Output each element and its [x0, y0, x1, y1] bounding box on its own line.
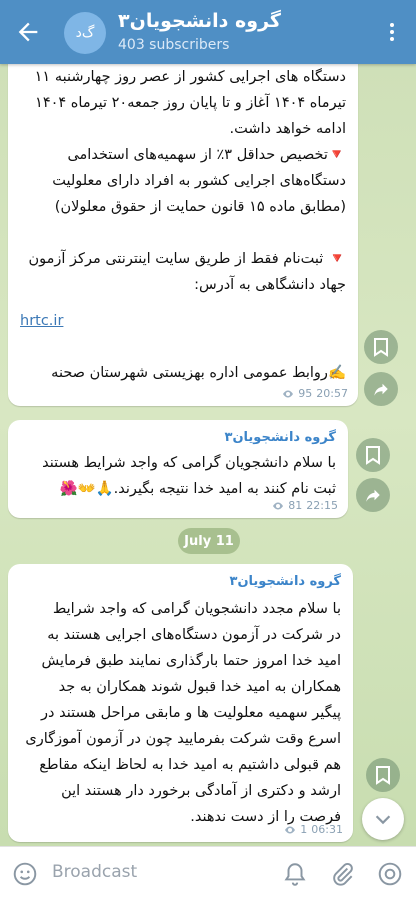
share-button[interactable]: [364, 372, 398, 406]
message-line: دستگاه‌های اجرایی کشور به افراد دارای مع…: [52, 173, 346, 189]
message-line: تیرماه ۱۴۰۴ آغاز و تا پایان روز جمعه۲۰ ت…: [35, 95, 346, 111]
date-divider: July 11: [178, 528, 240, 554]
message-line: اسرع وقت شرکت بفرمایید چون در آزمون آموز…: [25, 731, 341, 747]
eye-icon: [283, 390, 294, 397]
bookmark-button[interactable]: [356, 438, 390, 472]
share-icon: [374, 383, 388, 396]
message-time: 20:57: [316, 387, 348, 400]
message-text: دستگاه های اجرایی کشور از عصر روز چهارشن…: [20, 64, 346, 386]
scroll-down-button[interactable]: [362, 798, 404, 840]
sender-name[interactable]: گروه دانشجویان۳: [230, 574, 341, 589]
eye-icon: [273, 502, 284, 509]
message-line: 🔻تخصیص حداقل ۳٪ از سهمیه‌های استخدامی: [67, 147, 346, 163]
view-count: 1: [300, 823, 308, 836]
view-count: 95: [298, 387, 313, 400]
view-count: 81: [288, 499, 303, 512]
message-line: پیگیر سهمیه معلولیت ها و مابقی مراحل هست…: [41, 705, 341, 721]
sender-name[interactable]: گروه دانشجویان۳: [225, 430, 336, 445]
message-meta: 95 20:57: [282, 387, 348, 400]
back-arrow-icon[interactable]: [14, 18, 42, 46]
message-bubble[interactable]: گروه دانشجویان۳ با سلام دانشجویان گرامی …: [8, 420, 348, 518]
bookmark-button[interactable]: [366, 758, 400, 792]
bookmark-icon: [366, 446, 380, 465]
share-icon: [366, 489, 380, 502]
message-line: جهاد دانشگاهی به آدرس:: [194, 277, 346, 293]
message-bubble[interactable]: گروه دانشجویان۳ با سلام مجدد دانشجویان گ…: [8, 564, 353, 842]
message-line: همکاران به امید خدا قبول شوند همکاران به…: [58, 679, 341, 695]
message-line: دستگاه های اجرایی کشور از عصر روز چهارشن…: [34, 69, 346, 85]
message-line: امید خدا امروز حتما بارگذاری نمایند طبق …: [41, 653, 341, 669]
eye-icon: [285, 826, 296, 833]
channel-title[interactable]: گروه دانشجویان۳: [118, 10, 281, 32]
message-line: (مطابق ماده ۱۵ قانون حمایت از حقوق معلول…: [54, 199, 346, 215]
subscriber-count: 403 subscribers: [118, 37, 230, 53]
message-meta: 81 22:15: [272, 499, 338, 512]
paperclip-icon[interactable]: [330, 861, 356, 887]
message-line: در شرکت در آزمون دستگاه‌های اجرایی هستند…: [47, 627, 341, 643]
bottom-bar: Broadcast: [0, 846, 416, 901]
message-line: با سلام دانشجویان گرامی که واجد شرایط هس…: [42, 455, 336, 471]
message-time: 06:31: [311, 823, 343, 836]
bookmark-button[interactable]: [364, 330, 398, 364]
message-list[interactable]: دستگاه های اجرایی کشور از عصر روز چهارشن…: [0, 64, 416, 846]
message-link[interactable]: hrtc.ir: [20, 308, 346, 334]
channel-avatar[interactable]: گ‌د: [64, 12, 106, 54]
more-vertical-icon[interactable]: [380, 20, 404, 44]
message-text: با سلام دانشجویان گرامی که واجد شرایط هس…: [20, 450, 336, 502]
message-line: هم قبولی داشتیم به امید خدا به لحاظ اینک…: [39, 757, 341, 773]
message-line: 🔻 ثبت‌نام فقط از طریق سایت اینترنتی مرکز…: [28, 251, 347, 267]
broadcast-input[interactable]: Broadcast: [52, 862, 137, 882]
bookmark-icon: [376, 766, 390, 785]
camera-icon[interactable]: [376, 861, 404, 887]
message-signature: ✍️روابط عمومی اداره بهزیستی شهرستان صحنه: [51, 365, 346, 381]
message-time: 22:15: [306, 499, 338, 512]
message-meta: 1 06:31: [284, 823, 343, 836]
message-line: ادامه خواهد داشت.: [229, 121, 347, 137]
bell-icon[interactable]: [282, 861, 308, 887]
message-bubble[interactable]: دستگاه های اجرایی کشور از عصر روز چهارشن…: [8, 64, 358, 406]
share-button[interactable]: [356, 478, 390, 512]
message-line: ارشد و دکتری از آمادگی برخورد دار هستند …: [61, 783, 341, 799]
chat-header: گ‌د گروه دانشجویان۳ 403 subscribers: [0, 0, 416, 64]
message-text: با سلام مجدد دانشجویان گرامی که واجد شرا…: [20, 596, 341, 830]
smile-icon[interactable]: [12, 861, 38, 887]
message-line: با سلام مجدد دانشجویان گرامی که واجد شرا…: [52, 601, 341, 617]
bookmark-icon: [374, 338, 388, 357]
chevron-down-icon: [375, 815, 391, 825]
